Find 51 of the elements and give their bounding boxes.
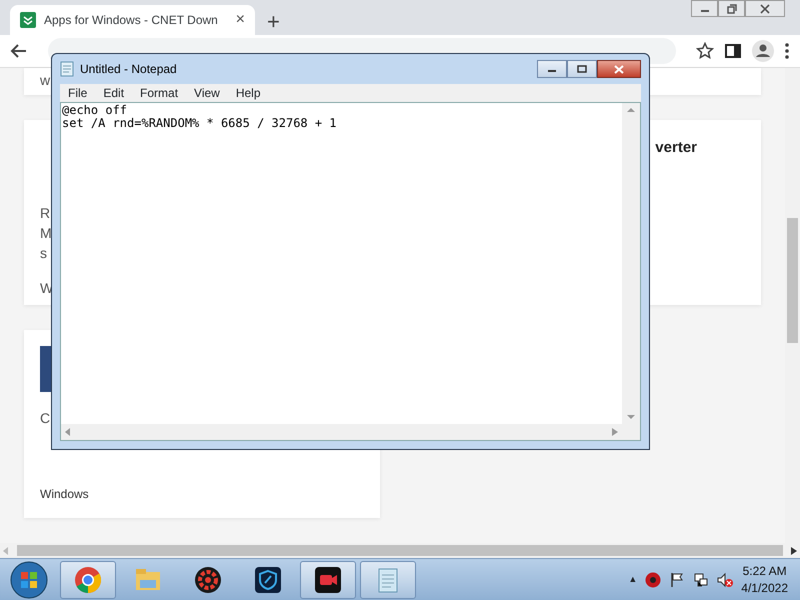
scroll-thumb[interactable]	[17, 545, 783, 556]
taskbar-button[interactable]	[300, 560, 356, 598]
body-text: R	[40, 204, 52, 223]
back-icon[interactable]	[10, 42, 28, 60]
clock-date[interactable]: 4/1/2022	[741, 580, 788, 596]
close-button[interactable]	[745, 0, 785, 17]
video-camera-icon	[314, 566, 342, 594]
favicon-icon	[20, 12, 36, 28]
network-icon[interactable]	[693, 572, 710, 588]
text-line: set /A rnd=%RANDOM% * 6685 / 32768 + 1	[62, 117, 338, 130]
body-text: Windows	[40, 486, 90, 503]
start-button[interactable]	[10, 560, 48, 598]
text-line: @echo off	[62, 104, 128, 117]
menu-item[interactable]: Format	[132, 84, 186, 102]
shield-icon	[254, 566, 282, 594]
notepad-icon	[60, 61, 74, 77]
flag-icon[interactable]	[669, 572, 686, 588]
tab-title: Apps for Windows - CNET Down	[44, 12, 219, 29]
minimize-button[interactable]	[691, 0, 718, 17]
muted-speaker-icon[interactable]	[717, 572, 734, 588]
scroll-right-icon[interactable]	[791, 546, 797, 554]
restore-icon	[726, 4, 736, 14]
close-icon	[614, 64, 624, 74]
close-icon	[760, 4, 770, 14]
heading-text: verter	[655, 138, 697, 158]
body-text: s	[40, 244, 48, 263]
maximize-button[interactable]	[567, 60, 597, 78]
restore-button[interactable]	[718, 0, 745, 17]
browser-tab[interactable]: Apps for Windows - CNET Down ×	[10, 5, 255, 35]
body-text: M	[40, 224, 53, 243]
profile-icon[interactable]	[752, 40, 774, 62]
body-text: C	[40, 409, 52, 428]
body-text: w	[40, 71, 52, 90]
menu-item[interactable]: Help	[228, 84, 269, 102]
minimize-button[interactable]	[537, 60, 567, 78]
menu-item[interactable]: Edit	[95, 84, 132, 102]
show-hidden-icons-button[interactable]: ▲	[628, 572, 638, 586]
menu-item[interactable]: File	[60, 84, 96, 102]
close-button[interactable]	[597, 60, 641, 78]
bookmark-star-icon[interactable]	[696, 42, 714, 60]
maximize-icon	[577, 65, 587, 73]
new-tab-button[interactable]: +	[267, 11, 280, 33]
clock-time[interactable]: 5:22 AM	[741, 562, 788, 580]
menu-icon[interactable]	[784, 42, 790, 60]
menu-item[interactable]: View	[186, 84, 228, 102]
horizontal-scrollbar[interactable]	[0, 543, 800, 558]
chrome-icon	[74, 566, 102, 594]
side-panel-icon[interactable]	[724, 42, 742, 60]
scroll-thumb[interactable]	[787, 218, 798, 343]
window-title: Untitled - Notepad	[80, 61, 177, 78]
tab-close-button[interactable]: ×	[236, 8, 245, 32]
